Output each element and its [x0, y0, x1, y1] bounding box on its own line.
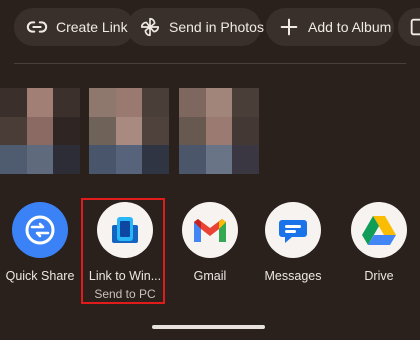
quick-share-icon [12, 202, 68, 258]
share-sheet: Create Link Send in Photos Add to Album [0, 0, 420, 340]
album-icon [408, 15, 420, 39]
app-label: Link to Win... [88, 269, 162, 283]
create-link-chip[interactable]: Create Link [14, 8, 134, 46]
add-to-album-chip[interactable]: Add to Album [266, 8, 394, 46]
app-label: Messages [264, 269, 322, 283]
gesture-nav-handle[interactable] [152, 325, 265, 329]
photo-thumbnail[interactable] [89, 88, 169, 174]
link-icon [26, 15, 48, 39]
photo-thumbnail[interactable] [179, 88, 259, 174]
drive-target[interactable]: Drive [339, 202, 419, 283]
app-label: Quick Share [5, 269, 75, 283]
messages-target[interactable]: Messages [253, 202, 333, 283]
more-actions-chip[interactable] [398, 8, 420, 46]
create-link-label: Create Link [56, 19, 128, 35]
drive-icon [351, 202, 407, 258]
link-to-windows-icon [97, 202, 153, 258]
send-in-photos-chip[interactable]: Send in Photos [127, 8, 264, 46]
send-in-photos-label: Send in Photos [169, 19, 264, 35]
action-chips-row: Create Link Send in Photos Add to Album [0, 6, 420, 48]
pinwheel-icon [139, 15, 161, 39]
gmail-icon [182, 202, 238, 258]
photo-thumbnail[interactable] [0, 88, 80, 174]
quick-share-target[interactable]: Quick Share [0, 202, 80, 283]
section-divider [14, 63, 406, 64]
messages-icon [265, 202, 321, 258]
link-to-windows-target[interactable]: Link to Win... Send to PC [85, 202, 165, 301]
app-label: Gmail [193, 269, 227, 283]
gmail-target[interactable]: Gmail [170, 202, 250, 283]
add-to-album-label: Add to Album [308, 19, 392, 35]
app-label: Drive [364, 269, 394, 283]
app-sublabel: Send to PC [94, 287, 156, 301]
plus-icon [278, 15, 300, 39]
